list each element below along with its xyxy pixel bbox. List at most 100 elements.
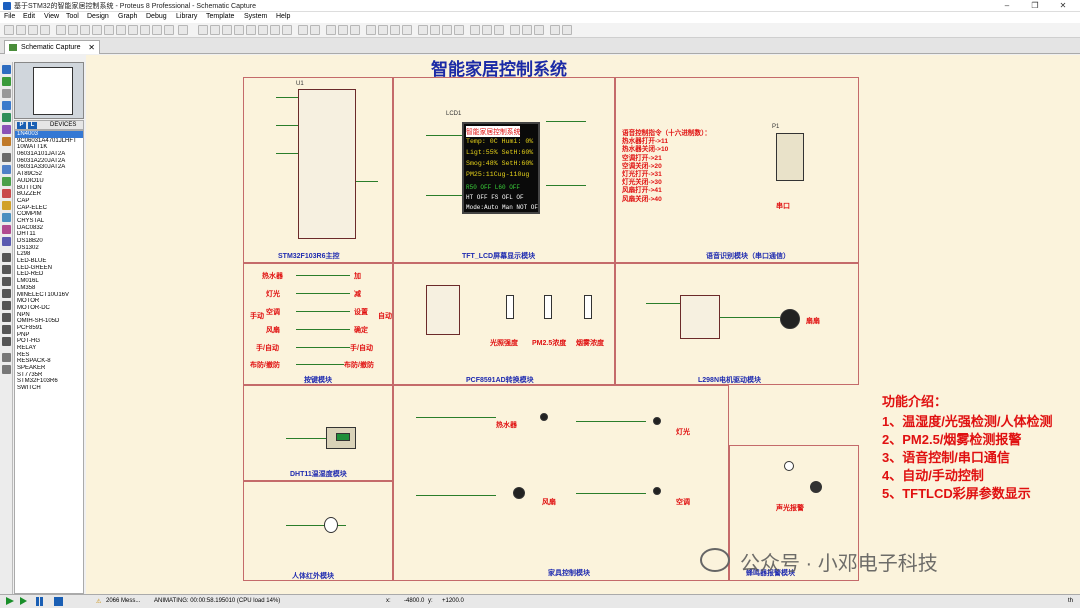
grid-icon[interactable] [210, 25, 220, 35]
packaging-icon[interactable] [442, 25, 452, 35]
text-script-icon[interactable] [2, 113, 11, 122]
device-list-item[interactable]: DHT11 [15, 231, 83, 238]
refresh-icon[interactable] [198, 25, 208, 35]
wire-autoroute-icon[interactable] [470, 25, 480, 35]
junction-dot-icon[interactable] [2, 89, 11, 98]
menu-graph[interactable]: Graph [118, 13, 137, 20]
device-list-item[interactable]: DS1302 [15, 245, 83, 252]
device-list-item[interactable]: 06031A101JAT2A [15, 151, 83, 158]
device-list-item[interactable]: LED-GREEN [15, 265, 83, 272]
symbol-2d-icon[interactable] [2, 325, 11, 334]
selection-mode-icon[interactable] [2, 65, 11, 74]
save-file-icon[interactable] [28, 25, 38, 35]
pause-icon[interactable] [36, 597, 39, 606]
device-list-item[interactable]: 9C06031A4701JLHFT [15, 138, 83, 145]
rotate-cw-icon[interactable] [2, 353, 11, 362]
new-file-icon[interactable] [4, 25, 14, 35]
gerber-icon[interactable] [104, 25, 114, 35]
menu-design[interactable]: Design [87, 13, 109, 20]
device-list-item[interactable]: CRYSTAL [15, 218, 83, 225]
rotate-ccw-icon[interactable] [2, 365, 11, 374]
decompose-icon[interactable] [454, 25, 464, 35]
sub-circuit-icon[interactable] [2, 137, 11, 146]
device-list-item[interactable]: 1N4003 [15, 131, 83, 138]
device-list-item[interactable]: OMIH-SH-105D [15, 318, 83, 325]
device-list-item[interactable]: 06031A220JAT2A [15, 158, 83, 165]
menu-help[interactable]: Help [276, 13, 290, 20]
pick-device-icon[interactable] [418, 25, 428, 35]
device-list-item[interactable]: AT89C52 [15, 171, 83, 178]
menu-tool[interactable]: Tool [66, 13, 79, 20]
home-icon[interactable] [56, 25, 66, 35]
device-list[interactable]: 1N4003 9C06031A4701JLHFT 10WATT1K 06031A101… [14, 130, 84, 594]
notes-icon[interactable] [128, 25, 138, 35]
zoom-area-icon[interactable] [282, 25, 292, 35]
device-list-item[interactable]: MOTOR-DC [15, 305, 83, 312]
tab-close-icon[interactable]: ✕ [88, 41, 95, 54]
schematic-canvas[interactable]: 智能家居控制系统 U1 STM32F103R6主控 LCD1 TFT_LCD屏幕… [86, 55, 1080, 594]
device-list-item[interactable]: 06031A330JAT2A [15, 164, 83, 171]
device-list-item[interactable]: RELAY [15, 345, 83, 352]
library-icon[interactable] [164, 25, 174, 35]
tape-recorder-icon[interactable] [2, 189, 11, 198]
maximize-button[interactable]: ❐ [1022, 0, 1048, 12]
remove-sheet-icon[interactable] [522, 25, 532, 35]
redo-icon[interactable] [310, 25, 320, 35]
text-2d-icon[interactable] [2, 313, 11, 322]
bill-of-materials-icon[interactable] [550, 25, 560, 35]
buses-icon[interactable] [2, 125, 11, 134]
generator-icon[interactable] [2, 201, 11, 210]
device-list-item[interactable]: RES [15, 352, 83, 359]
device-list-item[interactable]: 10WATT1K [15, 144, 83, 151]
device-list-item[interactable]: RESPACK-8 [15, 358, 83, 365]
device-list-item[interactable]: PNP [15, 332, 83, 339]
device-list-item[interactable]: NPN [15, 312, 83, 319]
pan-icon[interactable] [234, 25, 244, 35]
paste-icon[interactable] [350, 25, 360, 35]
warning-icon[interactable]: ⚠ [96, 598, 101, 605]
line-2d-icon[interactable] [2, 253, 11, 262]
device-list-item[interactable]: STM32F103R6 [15, 378, 83, 385]
device-pins-icon[interactable] [2, 165, 11, 174]
menu-system[interactable]: System [244, 13, 267, 20]
menu-view[interactable]: View [44, 13, 59, 20]
schematic-icon[interactable] [68, 25, 78, 35]
device-list-item[interactable]: DAC0832 [15, 225, 83, 232]
block-delete-icon[interactable] [402, 25, 412, 35]
zoom-all-icon[interactable] [270, 25, 280, 35]
device-list-item[interactable]: SPEAKER [15, 365, 83, 372]
device-list-item[interactable]: LM016L [15, 278, 83, 285]
origin-icon[interactable] [222, 25, 232, 35]
overview-window[interactable] [14, 62, 84, 119]
device-list-item[interactable]: L298 [15, 251, 83, 258]
device-list-item[interactable]: MOTOR [15, 298, 83, 305]
device-list-item[interactable]: PCF8591 [15, 325, 83, 332]
search-icon[interactable] [482, 25, 492, 35]
close-button[interactable]: ✕ [1050, 0, 1076, 12]
block-copy-icon[interactable] [366, 25, 376, 35]
graph-icon[interactable] [2, 177, 11, 186]
device-list-item[interactable]: POT-HG [15, 338, 83, 345]
wire-label-icon[interactable] [2, 101, 11, 110]
make-device-icon[interactable] [430, 25, 440, 35]
undo-icon[interactable] [298, 25, 308, 35]
property-icon[interactable] [494, 25, 504, 35]
device-list-item[interactable]: COMPIM [15, 211, 83, 218]
block-rotate-icon[interactable] [390, 25, 400, 35]
arc-2d-icon[interactable] [2, 289, 11, 298]
device-list-item[interactable]: AUDIO1U [15, 178, 83, 185]
device-list-item[interactable]: DS18B20 [15, 238, 83, 245]
path-2d-icon[interactable] [2, 301, 11, 310]
library-manager-button[interactable]: L [28, 122, 37, 129]
virtual-instruments-icon[interactable] [2, 237, 11, 246]
cut-icon[interactable] [326, 25, 336, 35]
copy-icon[interactable] [338, 25, 348, 35]
menu-template[interactable]: Template [206, 13, 234, 20]
tab-schematic-capture[interactable]: Schematic Capture ✕ [4, 40, 100, 54]
pick-devices-button[interactable]: P [17, 122, 26, 129]
pcb-icon[interactable] [80, 25, 90, 35]
exit-to-parent-icon[interactable] [534, 25, 544, 35]
menu-file[interactable]: File [4, 13, 15, 20]
stop-icon[interactable] [54, 597, 63, 606]
device-list-item[interactable]: CAP-ELEC [15, 205, 83, 212]
